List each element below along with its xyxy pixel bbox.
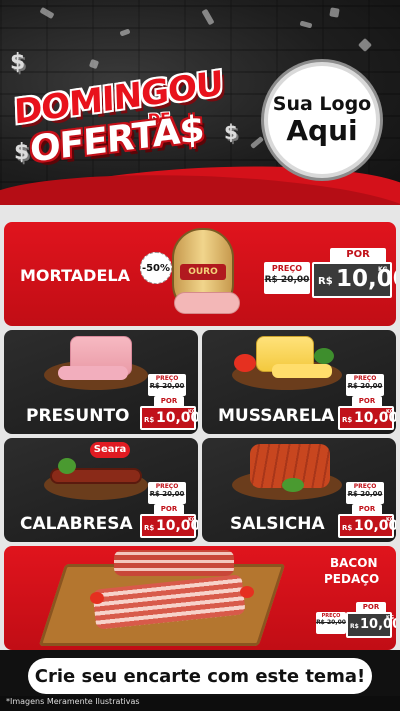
preco-label: PREÇO	[155, 483, 179, 490]
unit: KG	[386, 615, 394, 621]
product-name: SALSICHA	[230, 514, 325, 534]
product-card-calabresa: Seara CALABRESA PREÇO R$ 20,00 POR R$ 10…	[4, 438, 198, 542]
currency: R$	[144, 524, 155, 532]
unit: KG	[378, 266, 388, 273]
por-label: POR	[154, 396, 184, 406]
currency: R$	[342, 524, 353, 532]
product-card-salsicha: SALSICHA PREÇO R$ 20,00 POR R$ 10,00 KG	[202, 438, 396, 542]
product-name-line-1: BACON	[330, 556, 378, 570]
product-card-mussarela: MUSSARELA PREÇO R$ 20,00 POR R$ 10,00 KG	[202, 330, 396, 434]
por-label: POR	[330, 248, 386, 262]
unit: KG	[188, 409, 196, 415]
por-label: POR	[356, 602, 386, 612]
por-label: POR	[352, 396, 382, 406]
disclaimer: *Imagens Meramente Ilustrativas	[6, 697, 140, 706]
price-tag: PREÇO R$ 20,00 POR R$ 10,00 KG	[140, 374, 198, 430]
currency: R$	[342, 416, 353, 424]
promo-title: DOMINGOU DE OFERTA$	[13, 64, 254, 171]
product-name-line-2: PEDAÇO	[324, 572, 380, 586]
new-price-box: R$ 10,00 KG	[140, 406, 198, 430]
price-tag: PREÇO R$ 20,00 POR R$ 10,00 KG	[338, 374, 396, 430]
old-price: R$ 20,00	[149, 490, 185, 498]
currency: R$	[318, 276, 333, 287]
herbs-image	[282, 478, 304, 492]
brand-label: OURO	[180, 264, 226, 280]
confetti	[329, 7, 340, 18]
mussarela-slices-image	[272, 364, 332, 378]
old-price: R$ 20,00	[347, 490, 383, 498]
preco-label: PREÇO	[271, 264, 303, 273]
price-tag: PREÇO R$ 20,00 POR R$ 10,00 KG	[316, 602, 396, 646]
new-price-box: R$ 10,00 KG	[346, 612, 396, 638]
old-price-box: PREÇO R$ 20,00	[148, 482, 186, 504]
por-label: POR	[154, 504, 184, 514]
brand-logo: Seara	[90, 442, 130, 458]
bacon-piece-image	[114, 550, 234, 576]
new-price-box: R$ 10,00 KG	[338, 406, 396, 430]
logo-text-line-1: Sua Logo	[272, 93, 372, 115]
tomato-image	[234, 354, 256, 372]
product-card-mortadela: MORTADELA -50% OURO PREÇO R$ 20,00 POR R…	[4, 222, 396, 326]
price-tag: PREÇO R$ 20,00 POR R$ 10,00 KG	[264, 248, 396, 320]
old-price-box: PREÇO R$ 20,00	[148, 374, 186, 396]
product-card-presunto: PRESUNTO PREÇO R$ 20,00 POR R$ 10,00 KG	[4, 330, 198, 434]
presunto-slices-image	[58, 366, 128, 380]
dollar-sign-icon: $	[10, 50, 26, 75]
preco-label: PREÇO	[353, 483, 377, 490]
new-price-box: R$ 10,00 KG	[338, 514, 396, 538]
herbs-image	[58, 458, 76, 474]
price-tag: PREÇO R$ 20,00 POR R$ 10,00 KG	[338, 482, 396, 538]
old-price: R$ 20,00	[347, 382, 383, 390]
old-price-box: PREÇO R$ 20,00	[346, 374, 384, 396]
new-price-box: R$ 10,00 KG	[140, 514, 198, 538]
tomato-image	[240, 586, 254, 598]
product-name: MORTADELA	[20, 266, 130, 285]
old-price: R$ 20,00	[264, 275, 310, 285]
preco-label: PREÇO	[155, 375, 179, 382]
unit: KG	[188, 517, 196, 523]
currency: R$	[144, 416, 155, 424]
currency: R$	[350, 623, 359, 630]
mortadela-slices-image	[174, 292, 240, 314]
price-tag: PREÇO R$ 20,00 POR R$ 10,00 KG	[140, 482, 198, 538]
old-price: R$ 20,00	[316, 619, 346, 626]
cta-banner[interactable]: Crie seu encarte com este tema!	[28, 658, 372, 694]
unit: KG	[386, 409, 394, 415]
basil-image	[314, 348, 334, 364]
header-banner: $ $ $ DOMINGOU DE OFERTA$ Sua Logo Aqui	[0, 0, 400, 205]
preco-label: PREÇO	[353, 375, 377, 382]
product-card-bacon: BACON PEDAÇO PREÇO R$ 20,00 POR R$ 10,00…	[4, 546, 396, 650]
product-name: PRESUNTO	[26, 406, 130, 426]
product-name: MUSSARELA	[218, 406, 335, 426]
discount-badge: -50%	[140, 252, 172, 284]
unit: KG	[386, 517, 394, 523]
old-price-box: PREÇO R$ 20,00	[346, 482, 384, 504]
old-price-box: PREÇO R$ 20,00	[264, 262, 310, 294]
por-label: POR	[352, 504, 382, 514]
logo-placeholder: Sua Logo Aqui	[264, 62, 380, 178]
product-name: CALABRESA	[20, 514, 133, 534]
tomato-image	[90, 592, 104, 604]
logo-text-line-2: Aqui	[286, 114, 358, 147]
old-price: R$ 20,00	[149, 382, 185, 390]
old-price-box: PREÇO R$ 20,00	[316, 612, 346, 634]
new-price-box: R$ 10,00 KG	[312, 262, 396, 298]
